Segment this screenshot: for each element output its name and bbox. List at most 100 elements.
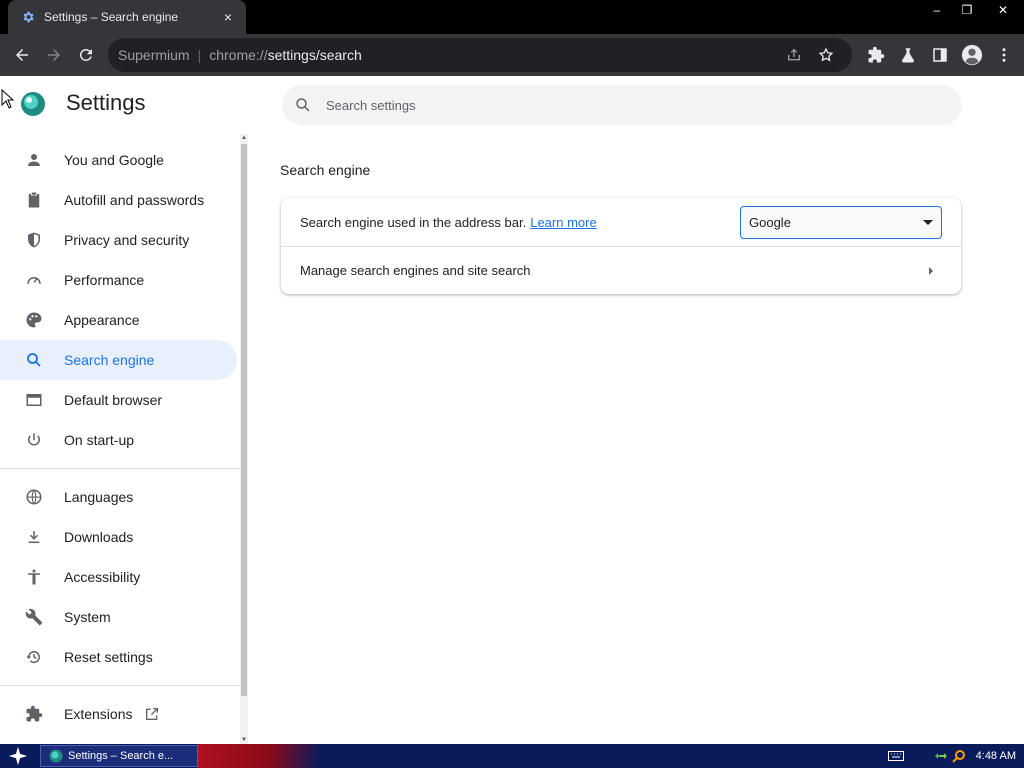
forward-arrow-icon xyxy=(48,49,60,61)
forward-button[interactable] xyxy=(38,39,70,71)
download-icon xyxy=(24,527,44,547)
sidebar-item-appearance[interactable]: Appearance xyxy=(0,300,237,340)
open-in-new-icon xyxy=(144,706,160,722)
palette-icon xyxy=(24,310,44,330)
sidebar-item-label: Downloads xyxy=(64,529,134,545)
sidebar-item-accessibility[interactable]: Accessibility xyxy=(0,557,237,597)
search-tray-icon[interactable] xyxy=(951,749,966,763)
search-settings-box[interactable] xyxy=(282,85,962,125)
window-controls: – ❐ ✕ xyxy=(922,0,1024,20)
sidebar-scrollbar[interactable]: ▲ ▼ xyxy=(240,134,248,744)
omnibox-host: Supermium xyxy=(118,47,190,63)
sidebar-item-label: Languages xyxy=(64,489,134,505)
tab-close-icon[interactable]: × xyxy=(220,9,236,25)
supermium-logo-icon xyxy=(49,749,63,763)
search-input[interactable] xyxy=(326,97,906,113)
person-icon xyxy=(24,150,44,170)
shield-icon xyxy=(24,230,44,250)
sidebar-item-autofill[interactable]: Autofill and passwords xyxy=(0,180,237,220)
search-icon xyxy=(24,350,44,370)
reload-icon xyxy=(79,48,92,61)
scroll-down-arrow-icon[interactable]: ▼ xyxy=(240,736,248,744)
search-engine-row: Search engine used in the address bar. L… xyxy=(281,198,961,246)
sidebar-divider xyxy=(0,468,240,469)
extensions-puzzle-icon[interactable] xyxy=(860,39,892,71)
taskbar-window-title: Settings – Search e... xyxy=(68,750,174,762)
omnibox[interactable]: Supermium | chrome://settings/search xyxy=(108,38,852,72)
select-value: Google xyxy=(749,215,791,230)
sidebar-item-label: Default browser xyxy=(64,392,163,408)
search-engine-select[interactable]: Google xyxy=(740,206,942,239)
section-title: Search engine xyxy=(280,162,371,178)
page-title: Settings xyxy=(66,90,146,115)
bookmark-star-icon[interactable] xyxy=(810,41,842,69)
globe-icon xyxy=(24,487,44,507)
start-button[interactable] xyxy=(0,744,36,768)
search-engine-card: Search engine used in the address bar. L… xyxy=(281,198,961,294)
sidebar-item-label: Performance xyxy=(64,272,145,288)
scroll-up-arrow-icon[interactable]: ▲ xyxy=(240,134,248,142)
window-close-button[interactable]: ✕ xyxy=(982,0,1024,20)
sidebar-item-label: Reset settings xyxy=(64,649,153,665)
labs-flask-icon[interactable] xyxy=(892,39,924,71)
restore-button[interactable]: ❐ xyxy=(952,0,982,20)
speedometer-icon xyxy=(24,270,44,290)
learn-more-link[interactable]: Learn more xyxy=(530,215,596,230)
scrollbar-thumb[interactable] xyxy=(241,144,247,696)
profile-avatar-icon[interactable] xyxy=(956,39,988,71)
back-button[interactable] xyxy=(6,39,38,71)
reload-button[interactable] xyxy=(70,39,102,71)
sidebar-item-label: System xyxy=(64,609,111,625)
sidebar-item-languages[interactable]: Languages xyxy=(0,477,237,517)
sidebar-item-you-and-google[interactable]: You and Google xyxy=(0,140,237,180)
manage-search-engines-row[interactable]: Manage search engines and site search xyxy=(281,246,961,294)
clock: 4:48 AM xyxy=(975,750,1016,762)
omnibox-separator: | xyxy=(197,47,202,63)
search-icon xyxy=(296,98,310,112)
start-star-icon xyxy=(8,746,28,766)
browser-toolbar: Supermium | chrome://settings/search xyxy=(0,34,1024,76)
system-tray: 4:48 AM xyxy=(887,744,1016,768)
sidebar: You and Google Autofill and passwords Pr… xyxy=(0,134,248,744)
sidebar-item-label: You and Google xyxy=(64,152,164,168)
chevron-right-icon xyxy=(929,266,933,275)
browser-icon xyxy=(24,390,44,410)
sidebar-item-extensions[interactable]: Extensions xyxy=(0,694,237,734)
sidebar-item-search-engine[interactable]: Search engine xyxy=(0,340,237,380)
keyboard-icon[interactable] xyxy=(887,751,904,761)
tab-settings[interactable]: Settings – Search engine × xyxy=(8,0,246,34)
more-menu-icon[interactable] xyxy=(988,39,1020,71)
sidebar-item-label: Appearance xyxy=(64,312,140,328)
sidebar-item-label: Extensions xyxy=(64,706,133,722)
tab-title: Settings – Search engine xyxy=(44,10,179,24)
network-icon[interactable] xyxy=(934,749,948,763)
sidebar-item-performance[interactable]: Performance xyxy=(0,260,237,300)
settings-page: Settings You and Google Autofill and pas… xyxy=(0,76,1024,744)
accessibility-icon xyxy=(24,567,44,587)
sidebar-item-on-startup[interactable]: On start-up xyxy=(0,420,237,460)
clipboard-icon xyxy=(24,190,44,210)
settings-gear-icon xyxy=(20,9,36,25)
title-bar: Settings – Search engine × – ❐ ✕ xyxy=(0,0,1024,34)
toolbar-right-icons xyxy=(860,39,1020,71)
sidebar-item-default-browser[interactable]: Default browser xyxy=(0,380,237,420)
omnibox-url[interactable]: chrome://settings/search xyxy=(209,47,778,63)
chevron-down-icon xyxy=(923,220,933,225)
power-icon xyxy=(24,430,44,450)
taskbar-window-button[interactable]: Settings – Search e... xyxy=(40,745,198,767)
back-arrow-icon xyxy=(16,49,28,61)
sidebar-item-system[interactable]: System xyxy=(0,597,237,637)
sidebar-item-reset-settings[interactable]: Reset settings xyxy=(0,637,237,677)
sidebar-item-label: Autofill and passwords xyxy=(64,192,205,208)
minimize-button[interactable]: – xyxy=(922,0,952,20)
manage-search-engines-label: Manage search engines and site search xyxy=(300,263,531,278)
side-panel-icon[interactable] xyxy=(924,39,956,71)
sidebar-item-downloads[interactable]: Downloads xyxy=(0,517,237,557)
history-icon xyxy=(24,647,44,667)
puzzle-icon xyxy=(24,704,44,724)
supermium-logo-icon xyxy=(20,91,46,117)
share-icon[interactable] xyxy=(778,41,810,69)
sidebar-item-privacy[interactable]: Privacy and security xyxy=(0,220,237,260)
search-engine-description: Search engine used in the address bar. xyxy=(300,214,527,230)
taskbar: Settings – Search e... 4:48 AM xyxy=(0,744,1024,768)
